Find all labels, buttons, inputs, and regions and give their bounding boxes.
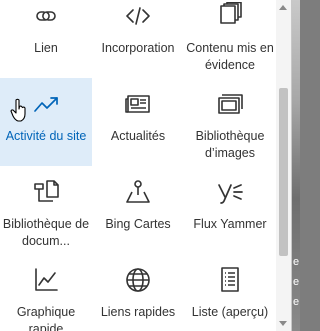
webpart-row: Graphique rapide Liens rapides Liste (ap… [0, 254, 276, 331]
webpart-tile-label: Actualités [110, 129, 166, 143]
webpart-picker-panel: Lien Incorporation Contenu mis en éviden… [0, 0, 292, 331]
yammer-icon [216, 178, 244, 206]
webpart-tile-link[interactable]: Lien [0, 0, 92, 78]
trending-line-icon [32, 90, 60, 118]
link-icon [32, 2, 60, 30]
line-chart-icon [32, 266, 60, 294]
webpart-tile-label: Flux Yammer [193, 217, 267, 231]
page-background-strip: e e e [292, 0, 300, 331]
webpart-tile-image-gallery[interactable]: Bibliothèque d’images [184, 78, 276, 166]
background-text-fragment: e [293, 296, 300, 308]
webpart-tile-yammer-feed[interactable]: Flux Yammer [184, 166, 276, 254]
globe-icon [124, 266, 152, 294]
webpart-tile-embed[interactable]: Incorporation [92, 0, 184, 78]
webpart-tile-label: Bing Cartes [105, 217, 171, 231]
webpart-tile-label: Bibliothèque de docum... [2, 217, 90, 248]
webpart-tile-news[interactable]: Actualités [92, 78, 184, 166]
document-library-icon [32, 178, 60, 206]
webpart-tile-label: Activité du site [5, 129, 87, 143]
webpart-grid: Lien Incorporation Contenu mis en éviden… [0, 0, 276, 331]
map-pin-icon [124, 178, 152, 206]
webpart-tile-label: Liens rapides [100, 305, 176, 319]
webpart-tile-quick-links[interactable]: Liens rapides [92, 254, 184, 331]
webpart-tile-list[interactable]: Liste (aperçu) [184, 254, 276, 331]
webpart-tile-label: Liste (aperçu) [191, 305, 269, 319]
webpart-tile-document-library[interactable]: Bibliothèque de docum... [0, 166, 92, 254]
background-text-fragment: e [293, 256, 300, 268]
webpart-row: Activité du site Actualités Bibliothèque… [0, 78, 276, 166]
webpart-tile-highlighted-content[interactable]: Contenu mis en évidence [184, 0, 276, 78]
webpart-row: Lien Incorporation Contenu mis en éviden… [0, 0, 276, 78]
webpart-tile-label: Incorporation [101, 41, 175, 55]
webpart-tile-label: Bibliothèque d’images [195, 129, 265, 160]
highlighted-content-icon [216, 2, 244, 30]
webpart-tile-site-activity[interactable]: Activité du site [0, 78, 92, 166]
list-icon [216, 266, 244, 294]
webpart-row: Bibliothèque de docum... Bing Cartes Flu… [0, 166, 276, 254]
webpart-tile-label: Lien [34, 41, 58, 55]
webpart-tile-label: Contenu mis en évidence [186, 41, 274, 72]
image-gallery-icon [216, 90, 244, 118]
panel-scrollbar[interactable] [276, 0, 291, 331]
scrollbar-thumb[interactable] [279, 88, 288, 256]
scroll-up-arrow-icon[interactable] [279, 5, 287, 10]
embed-code-icon [124, 2, 152, 30]
news-icon [124, 90, 152, 118]
scroll-down-arrow-icon[interactable] [279, 321, 287, 326]
webpart-tile-bing-maps[interactable]: Bing Cartes [92, 166, 184, 254]
webpart-tile-quick-chart[interactable]: Graphique rapide [0, 254, 92, 331]
webpart-tile-label: Graphique rapide [16, 305, 76, 331]
background-text-fragment: e [293, 276, 300, 288]
